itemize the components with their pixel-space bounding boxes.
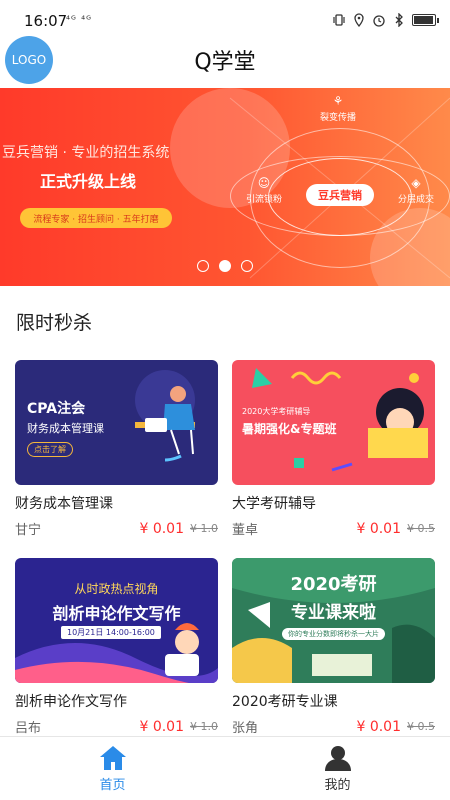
- banner-node-traffic: ☺ 引流锁粉: [246, 176, 283, 205]
- poster-line2: 剖析申论作文写作: [52, 604, 181, 623]
- users-icon: ☺: [257, 176, 271, 190]
- status-icons: [332, 13, 439, 27]
- network-icon: ⚘: [332, 94, 344, 108]
- teacher-name: 甘宁: [15, 523, 42, 538]
- course-card[interactable]: 2020考研 专业课来啦 你的专业分数即将秒杀一大片 2020考研专业课 张角 …: [232, 558, 435, 736]
- vibrate-icon: [333, 14, 345, 26]
- bluetooth-icon: [395, 13, 403, 27]
- banner-node-spread: ⚘ 裂变传播: [320, 94, 357, 123]
- layers-icon: ◈: [411, 176, 421, 190]
- course-card[interactable]: 从时政热点视角 剖析申论作文写作 10月21日 14:00-16:00 剖析申论…: [15, 558, 218, 736]
- tab-home[interactable]: 首页: [0, 737, 225, 800]
- original-price: ¥ 1.0: [190, 522, 218, 535]
- location-icon: [354, 13, 364, 27]
- profile-icon: [324, 746, 351, 771]
- course-card[interactable]: CPA注会 财务成本管理课 点击了解 财务成本管理课 甘宁 ¥ 0.01 ¥ 1…: [15, 360, 218, 538]
- poster-line2: 财务成本管理课: [27, 422, 104, 435]
- poster-line2: 暑期强化&专题班: [242, 422, 337, 436]
- banner-brand: 豆兵营销: [306, 184, 374, 206]
- tab-label-home: 首页: [99, 778, 126, 793]
- carousel-dot[interactable]: [197, 260, 209, 272]
- teacher-name: 吕布: [15, 721, 42, 736]
- course-poster[interactable]: CPA注会 财务成本管理课 点击了解: [15, 360, 218, 485]
- sale-price: ¥ 0.01: [139, 718, 184, 735]
- carousel-indicator: [0, 260, 450, 272]
- banner-headline: 正式升级上线: [40, 172, 137, 191]
- original-price: ¥ 0.5: [407, 720, 435, 733]
- poster-line1: 2020大学考研辅导: [242, 407, 311, 416]
- tab-label-profile: 我的: [324, 778, 351, 793]
- battery-icon: [412, 14, 439, 26]
- tab-profile[interactable]: 我的: [225, 737, 450, 800]
- poster-button: 点击了解: [27, 442, 73, 457]
- carousel-dot[interactable]: [219, 260, 231, 272]
- promo-banner[interactable]: 豆兵营销 · 专业的招生系统 正式升级上线 流程专家 · 招生顾问 · 五年打磨…: [0, 88, 450, 286]
- sale-price: ¥ 0.01: [139, 520, 184, 537]
- course-poster[interactable]: 从时政热点视角 剖析申论作文写作 10月21日 14:00-16:00: [15, 558, 218, 683]
- poster-line1: CPA注会: [27, 401, 86, 417]
- signal-icon: ⁴ᴳ ⁴ᴳ: [66, 15, 92, 26]
- original-price: ¥ 0.5: [407, 522, 435, 535]
- course-name: 财务成本管理课: [15, 496, 113, 512]
- teacher-name: 张角: [232, 721, 259, 736]
- course-poster[interactable]: 2020大学考研辅导 暑期强化&专题班: [232, 360, 435, 485]
- sale-price: ¥ 0.01: [356, 520, 401, 537]
- course-name: 2020考研专业课: [232, 694, 338, 710]
- bottom-tab-bar: 首页 我的: [0, 736, 450, 800]
- poster-line1: 从时政热点视角: [74, 582, 159, 596]
- course-name: 剖析申论作文写作: [15, 694, 127, 710]
- banner-node-convert: ◈ 分层成交: [398, 176, 435, 205]
- poster-line3: 你的专业分数即将秒杀一大片: [282, 628, 385, 640]
- teacher-name: 董卓: [232, 523, 259, 538]
- carousel-dot[interactable]: [241, 260, 253, 272]
- course-card[interactable]: 2020大学考研辅导 暑期强化&专题班 大学考研辅导 董卓 ¥ 0.01 ¥ 0…: [232, 360, 435, 538]
- section-title-flash-sale: 限时秒杀: [16, 312, 93, 334]
- poster-line1: 2020考研: [290, 574, 377, 595]
- poster-line2: 专业课来啦: [291, 603, 376, 623]
- home-icon: [99, 746, 126, 770]
- course-name: 大学考研辅导: [232, 496, 316, 512]
- status-time: 16:07: [24, 12, 68, 30]
- sale-price: ¥ 0.01: [356, 718, 401, 735]
- original-price: ¥ 1.0: [190, 720, 218, 733]
- poster-date: 10月21日 14:00-16:00: [61, 626, 161, 639]
- course-poster[interactable]: 2020考研 专业课来啦 你的专业分数即将秒杀一大片: [232, 558, 435, 683]
- alarm-icon: [373, 15, 385, 27]
- banner-tag: 流程专家 · 招生顾问 · 五年打磨: [20, 208, 172, 228]
- app-bar: LOGO Q学堂: [0, 34, 450, 86]
- banner-subtitle: 豆兵营销 · 专业的招生系统: [2, 145, 170, 161]
- page-title: Q学堂: [194, 50, 256, 75]
